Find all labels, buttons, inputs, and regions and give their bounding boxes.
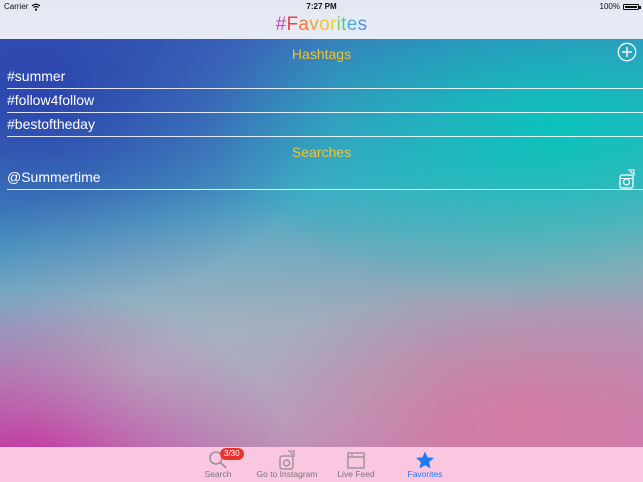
title-letter: v	[309, 14, 320, 35]
hashtag-text: #bestoftheday	[7, 116, 95, 132]
search-count-badge: 3/30	[220, 448, 244, 460]
tab-favorites[interactable]: Favorites	[390, 447, 460, 482]
status-bar: Carrier 7:27 PM 100%	[0, 0, 643, 13]
title-letter: r	[329, 14, 337, 35]
add-icon[interactable]	[617, 42, 637, 62]
hashtag-text: #summer	[7, 68, 66, 84]
battery-icon	[623, 3, 641, 10]
instagram-icon	[279, 450, 295, 470]
title-letter: F	[286, 14, 299, 35]
tab-favorites-label: Favorites	[407, 469, 443, 479]
favorites-list: Hashtags #summer #follow4follow #bestoft…	[0, 39, 643, 447]
instagram-icon[interactable]	[618, 169, 636, 189]
page-title: #Favorites	[0, 14, 643, 36]
hashtag-row[interactable]: #bestoftheday	[7, 113, 643, 137]
section-header-searches: Searches	[291, 144, 352, 160]
section-header-hashtags: Hashtags	[291, 46, 352, 62]
title-letter: o	[319, 14, 330, 35]
nav-bar: #Favorites	[0, 13, 643, 39]
status-time: 7:27 PM	[306, 2, 337, 11]
title-letter: a	[298, 14, 310, 35]
title-letter: #	[275, 14, 287, 35]
feed-icon	[347, 452, 365, 469]
title-letter: s	[357, 14, 368, 35]
hashtag-row[interactable]: #follow4follow	[7, 89, 643, 113]
star-icon	[416, 451, 434, 469]
hashtag-row[interactable]: #summer	[7, 65, 643, 89]
search-text: @Summertime	[7, 169, 101, 185]
search-row[interactable]: @Summertime	[7, 166, 643, 190]
hashtag-text: #follow4follow	[7, 92, 95, 108]
battery-group: 100%	[599, 2, 641, 11]
title-letter: e	[346, 14, 358, 35]
tab-bar: 3/30 Search Go to Instagram Live Feed Fa…	[0, 447, 643, 482]
battery-percent: 100%	[599, 2, 620, 11]
